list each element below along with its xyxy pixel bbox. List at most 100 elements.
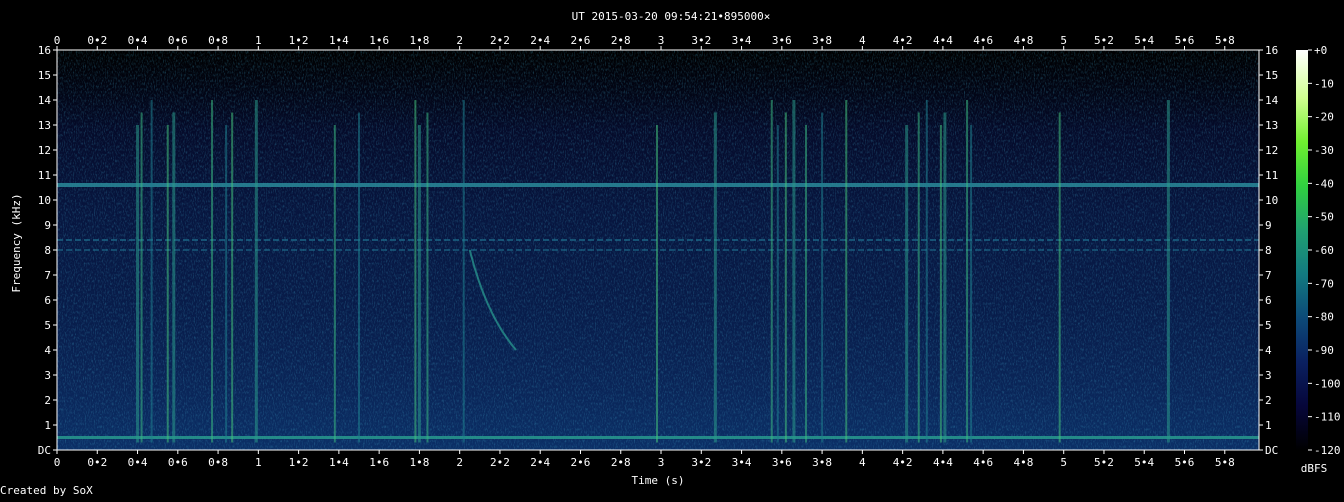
created-by-credit: Created by SoX xyxy=(0,484,93,497)
x-tick-label: 3•6 xyxy=(772,456,792,469)
y-tick-label-right: 8 xyxy=(1265,244,1272,257)
y-tick-label: 3 xyxy=(44,369,51,382)
x-tick-label-top: 3•2 xyxy=(691,34,711,47)
y-tick-label-right: 15 xyxy=(1265,69,1278,82)
colorbar-tick-label: -50 xyxy=(1314,211,1334,224)
x-tick-label-top: 4•2 xyxy=(893,34,913,47)
x-tick-label-top: 3•4 xyxy=(732,34,752,47)
x-tick-label: 5•8 xyxy=(1215,456,1235,469)
x-tick-label: 2 xyxy=(456,456,463,469)
y-tick-label-right: 9 xyxy=(1265,219,1272,232)
y-tick-label-right: 4 xyxy=(1265,344,1272,357)
x-tick-label: 1•6 xyxy=(369,456,389,469)
x-tick-label-top: 5•2 xyxy=(1094,34,1114,47)
x-tick-label-top: 2•6 xyxy=(571,34,591,47)
x-tick-label-top: 0•4 xyxy=(128,34,148,47)
y-tick-label: 13 xyxy=(38,119,51,132)
spectrogram-chart: UT 2015-03-20 09:54:21•895000× 0 0 0•2 0•2 0… xyxy=(10,10,1341,487)
y-tick-label-right: 2 xyxy=(1265,394,1272,407)
x-tick-label-top: 1•2 xyxy=(289,34,309,47)
y-tick-label-right: DC xyxy=(1265,444,1278,457)
colorbar-tick-label: -30 xyxy=(1314,144,1334,157)
y-tick-label: 11 xyxy=(38,169,51,182)
x-tick-label: 5•6 xyxy=(1175,456,1195,469)
colorbar-tick-label: -60 xyxy=(1314,244,1334,257)
x-tick-label: 1•4 xyxy=(329,456,349,469)
x-tick-label: 5•4 xyxy=(1134,456,1154,469)
x-tick-label-top: 5•4 xyxy=(1134,34,1154,47)
y-tick-label: 6 xyxy=(44,294,51,307)
x-tick-label: 2•6 xyxy=(571,456,591,469)
y-tick-label: DC xyxy=(38,444,51,457)
colorbar-tick-label: +0 xyxy=(1314,44,1327,57)
colorbar-tick-label: -10 xyxy=(1314,77,1334,90)
x-tick-label-top: 5•6 xyxy=(1175,34,1195,47)
x-tick-label: 0 xyxy=(54,456,61,469)
x-tick-label-top: 2 xyxy=(456,34,463,47)
y-tick-label: 15 xyxy=(38,69,51,82)
x-tick-label: 4 xyxy=(859,456,866,469)
x-tick-label: 5•2 xyxy=(1094,456,1114,469)
x-tick-label: 3•4 xyxy=(732,456,752,469)
x-tick-label: 2•2 xyxy=(490,456,510,469)
colorbar-tick-label: -120 xyxy=(1314,444,1341,457)
y-tick-label-right: 12 xyxy=(1265,144,1278,157)
x-tick-label: 3•2 xyxy=(691,456,711,469)
y-tick-label-right: 13 xyxy=(1265,119,1278,132)
x-tick-label: 1•2 xyxy=(289,456,309,469)
x-tick-label-top: 0 xyxy=(54,34,61,47)
colorbar-tick-label: -90 xyxy=(1314,344,1334,357)
x-tick-label-top: 5•8 xyxy=(1215,34,1235,47)
colorbar-tick-label: -100 xyxy=(1314,377,1341,390)
colorbar-tick-label: -80 xyxy=(1314,311,1334,324)
y-tick-label: 1 xyxy=(44,419,51,432)
x-tick-label-top: 4 xyxy=(859,34,866,47)
x-tick-label-top: 4•6 xyxy=(973,34,993,47)
x-tick-label: 4•4 xyxy=(933,456,953,469)
x-tick-label: 2•8 xyxy=(611,456,631,469)
y-tick-label-right: 3 xyxy=(1265,369,1272,382)
colorbar-tick-label: -70 xyxy=(1314,277,1334,290)
colorbar-tick-label: -20 xyxy=(1314,111,1334,124)
x-tick-label-top: 5 xyxy=(1060,34,1067,47)
y-tick-label-right: 11 xyxy=(1265,169,1278,182)
x-tick-label-top: 1•4 xyxy=(329,34,349,47)
x-tick-label-top: 1 xyxy=(255,34,262,47)
x-tick-label-top: 3•8 xyxy=(812,34,832,47)
y-tick-label: 9 xyxy=(44,219,51,232)
x-tick-label: 0•8 xyxy=(208,456,228,469)
x-tick-label: 4•2 xyxy=(893,456,913,469)
x-tick-label: 3•8 xyxy=(812,456,832,469)
colorbar-tick-label: -110 xyxy=(1314,411,1341,424)
x-tick-label-top: 3•6 xyxy=(772,34,792,47)
x-tick-label: 1•8 xyxy=(409,456,429,469)
y-tick-label-right: 14 xyxy=(1265,94,1279,107)
colorbar: +0 -10 -20 -30 -40 -50 -60 -70 -80 -90 -100 -110 -12… xyxy=(1296,44,1341,475)
x-tick-label-top: 2•8 xyxy=(611,34,631,47)
y-tick-label-right: 1 xyxy=(1265,419,1272,432)
x-tick-label: 0•2 xyxy=(87,456,107,469)
plot-area xyxy=(57,50,1259,450)
y-axis-label: Frequency (kHz) xyxy=(10,193,23,292)
colorbar-label: dBFS xyxy=(1301,462,1328,475)
y-tick-label: 12 xyxy=(38,144,51,157)
x-tick-label-top: 0•8 xyxy=(208,34,228,47)
y-tick-label-right: 7 xyxy=(1265,269,1272,282)
y-tick-label: 8 xyxy=(44,244,51,257)
x-axis-label: Time (s) xyxy=(632,474,685,487)
x-tick-label-top: 1•8 xyxy=(409,34,429,47)
x-tick-label-top: 2•4 xyxy=(530,34,550,47)
x-tick-label-top: 3 xyxy=(658,34,665,47)
y-tick-label: 7 xyxy=(44,269,51,282)
x-tick-label: 0•6 xyxy=(168,456,188,469)
x-tick-label-top: 2•2 xyxy=(490,34,510,47)
x-tick-label: 2•4 xyxy=(530,456,550,469)
colorbar-ticks: +0 -10 -20 -30 -40 -50 -60 -70 -80 -90 -100 -110 -12… xyxy=(1308,44,1341,457)
y-tick-label-right: 10 xyxy=(1265,194,1278,207)
x-tick-label: 3 xyxy=(658,456,665,469)
x-tick-label: 0•4 xyxy=(128,456,148,469)
y-tick-label: 2 xyxy=(44,394,51,407)
y-tick-label: 14 xyxy=(38,94,52,107)
x-tick-label: 4•6 xyxy=(973,456,993,469)
x-tick-label-top: 0•2 xyxy=(87,34,107,47)
